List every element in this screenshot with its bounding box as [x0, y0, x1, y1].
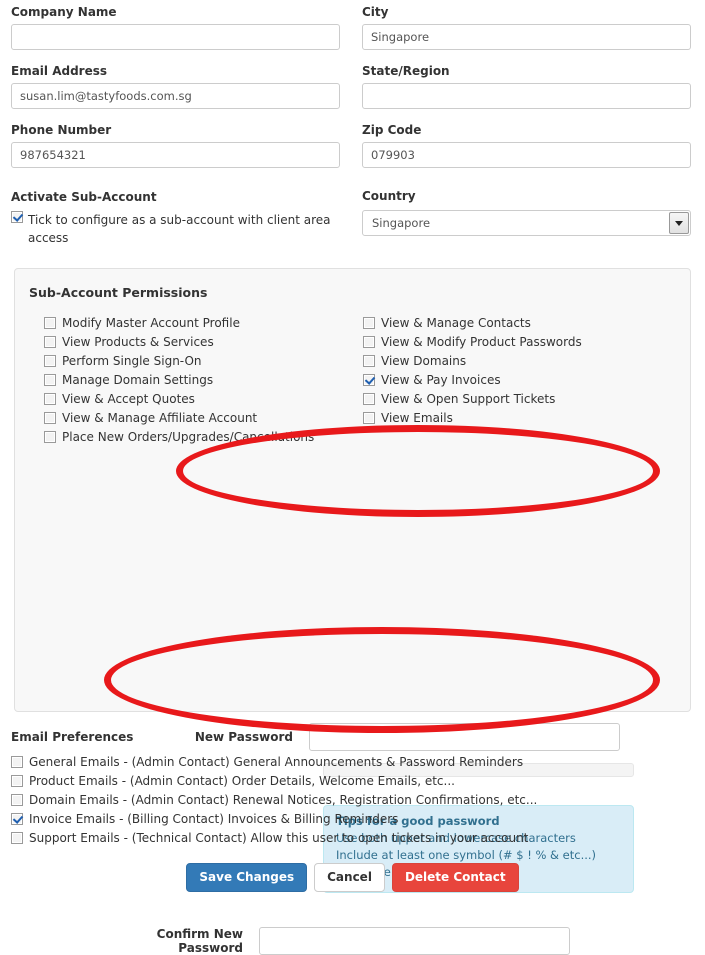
email-preference-row[interactable]: Product Emails - (Admin Contact) Order D…	[11, 773, 691, 789]
checkbox-icon[interactable]	[363, 336, 375, 348]
checkbox-icon[interactable]	[11, 756, 23, 768]
activate-sub-account-section: Activate Sub-Account Tick to configure a…	[11, 190, 351, 249]
checkbox-icon[interactable]	[44, 431, 56, 443]
left-column: Company Name Email Address Phone Number	[11, 5, 340, 182]
phone-number-label: Phone Number	[11, 123, 112, 137]
confirm-password-label: Confirm New Password	[156, 927, 243, 955]
permission-row[interactable]: View & Accept Quotes	[44, 391, 374, 407]
company-name-input[interactable]	[11, 24, 340, 50]
action-buttons: Save Changes Cancel Delete Contact	[0, 863, 705, 892]
email-preference-row[interactable]: Support Emails - (Technical Contact) All…	[11, 830, 691, 846]
state-region-input[interactable]	[362, 83, 691, 109]
permission-row[interactable]: Modify Master Account Profile	[44, 315, 374, 331]
email-preference-label: Support Emails - (Technical Contact) All…	[29, 831, 529, 845]
permissions-left-column: Modify Master Account Profile View Produ…	[44, 315, 374, 448]
state-region-label: State/Region	[362, 64, 450, 78]
email-preference-label: General Emails - (Admin Contact) General…	[29, 755, 524, 769]
field-company-name: Company Name	[11, 5, 340, 50]
checkbox-icon[interactable]	[363, 374, 375, 386]
email-preference-row[interactable]: Domain Emails - (Admin Contact) Renewal …	[11, 792, 691, 808]
password-tip-line: Include at least one symbol (# $ ! % & e…	[336, 848, 597, 862]
permission-label: View Domains	[381, 354, 467, 368]
permission-row[interactable]: View & Open Support Tickets	[363, 391, 693, 407]
checkbox-icon[interactable]	[11, 211, 23, 223]
country-selected-value: Singapore	[372, 216, 431, 230]
permission-label: Place New Orders/Upgrades/Cancellations	[62, 430, 315, 444]
field-country: Country Singapore	[362, 189, 691, 236]
field-city: City	[362, 5, 691, 50]
email-preference-label: Domain Emails - (Admin Contact) Renewal …	[29, 793, 538, 807]
field-phone-number: Phone Number	[11, 123, 340, 168]
permission-row[interactable]: View Emails	[363, 410, 693, 426]
checkbox-icon[interactable]	[11, 813, 23, 825]
permission-label: View & Accept Quotes	[62, 392, 195, 406]
email-preference-row[interactable]: General Emails - (Admin Contact) General…	[11, 754, 691, 770]
checkbox-icon[interactable]	[363, 393, 375, 405]
activate-sub-account-checkbox-label: Tick to configure as a sub-account with …	[28, 213, 331, 245]
permission-label: View Products & Services	[62, 335, 214, 349]
company-name-label: Company Name	[11, 5, 117, 19]
confirm-password-input[interactable]	[259, 927, 570, 955]
checkbox-icon[interactable]	[11, 794, 23, 806]
permissions-right-column: View & Manage Contacts View & Modify Pro…	[363, 315, 693, 429]
permission-label: Perform Single Sign-On	[62, 354, 202, 368]
email-address-label: Email Address	[11, 64, 108, 78]
city-input[interactable]	[362, 24, 691, 50]
checkbox-icon[interactable]	[44, 393, 56, 405]
permission-row[interactable]: Manage Domain Settings	[44, 372, 374, 388]
permission-row[interactable]: View & Modify Product Passwords	[363, 334, 693, 350]
sub-account-permissions-title: Sub-Account Permissions	[29, 285, 208, 300]
field-email-address: Email Address	[11, 64, 340, 109]
permission-label: View & Open Support Tickets	[381, 392, 556, 406]
delete-contact-button[interactable]: Delete Contact	[391, 863, 519, 892]
confirm-password-row: Confirm New Password	[139, 927, 570, 955]
checkbox-icon[interactable]	[363, 355, 375, 367]
cancel-button[interactable]: Cancel	[314, 863, 385, 892]
field-zip-code: Zip Code	[362, 123, 691, 168]
permission-label: View & Pay Invoices	[381, 373, 501, 387]
permission-label: Manage Domain Settings	[62, 373, 214, 387]
zip-code-label: Zip Code	[362, 123, 422, 137]
activate-sub-account-row[interactable]: Tick to configure as a sub-account with …	[11, 211, 351, 247]
checkbox-icon[interactable]	[363, 412, 375, 424]
permission-label: View & Manage Contacts	[381, 316, 531, 330]
checkbox-icon[interactable]	[11, 832, 23, 844]
checkbox-icon[interactable]	[44, 355, 56, 367]
checkbox-icon[interactable]	[44, 336, 56, 348]
email-preferences-title: Email Preferences	[11, 730, 134, 744]
permission-row[interactable]: Perform Single Sign-On	[44, 353, 374, 369]
permission-label: Modify Master Account Profile	[62, 316, 240, 330]
permission-row[interactable]: View Domains	[363, 353, 693, 369]
right-column: City State/Region Zip Code	[362, 5, 691, 182]
country-label: Country	[362, 189, 416, 203]
email-preferences-section: Email Preferences General Emails - (Admi…	[11, 730, 691, 849]
zip-code-input[interactable]	[362, 142, 691, 168]
permission-row[interactable]: Place New Orders/Upgrades/Cancellations	[44, 429, 374, 445]
email-preference-row[interactable]: Invoice Emails - (Billing Contact) Invoi…	[11, 811, 691, 827]
permission-row[interactable]: View Products & Services	[44, 334, 374, 350]
country-select[interactable]: Singapore	[362, 210, 691, 236]
checkbox-icon[interactable]	[44, 317, 56, 329]
checkbox-icon[interactable]	[363, 317, 375, 329]
permission-label: View Emails	[381, 411, 453, 425]
permission-label: View & Manage Affiliate Account	[62, 411, 258, 425]
email-preference-label: Invoice Emails - (Billing Contact) Invoi…	[29, 812, 399, 826]
save-changes-button[interactable]: Save Changes	[186, 863, 308, 892]
checkbox-icon[interactable]	[44, 412, 56, 424]
activate-sub-account-label: Activate Sub-Account	[11, 190, 157, 204]
permission-row[interactable]: View & Manage Affiliate Account	[44, 410, 374, 426]
phone-number-input[interactable]	[11, 142, 340, 168]
permission-row[interactable]: View & Pay Invoices	[363, 372, 693, 388]
email-preference-label: Product Emails - (Admin Contact) Order D…	[29, 774, 455, 788]
contact-fields: Company Name Email Address Phone Number …	[11, 5, 691, 182]
permission-label: View & Modify Product Passwords	[381, 335, 582, 349]
email-address-input[interactable]	[11, 83, 340, 109]
city-label: City	[362, 5, 389, 19]
sub-account-permissions-panel: Sub-Account Permissions Modify Master Ac…	[14, 268, 693, 955]
permission-row[interactable]: View & Manage Contacts	[363, 315, 693, 331]
chevron-down-icon[interactable]	[669, 212, 689, 234]
field-state-region: State/Region	[362, 64, 691, 109]
checkbox-icon[interactable]	[44, 374, 56, 386]
checkbox-icon[interactable]	[11, 775, 23, 787]
